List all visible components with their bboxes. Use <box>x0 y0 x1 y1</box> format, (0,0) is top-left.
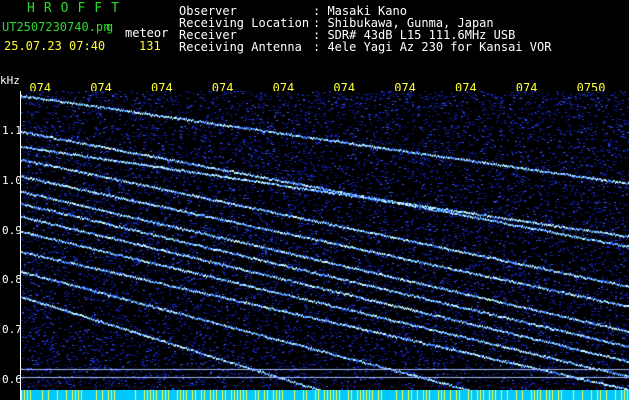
y-axis-line <box>20 91 21 400</box>
file-extension: g <box>106 20 114 34</box>
y-tick-label: 0.8 <box>2 273 22 287</box>
y-tick-label: 1.1 <box>2 123 22 137</box>
time-tick-bar <box>21 390 629 400</box>
y-tick-label: 0.7 <box>2 323 22 337</box>
event-count: 131 <box>139 39 161 53</box>
file-name: UT2507230740.pn <box>2 20 111 34</box>
capture-datetime: 25.07.23 07:40 <box>4 39 106 53</box>
app-brand: HROFFT <box>27 1 128 16</box>
y-axis-unit: kHz <box>0 74 20 87</box>
antenna-value: : 4ele Yagi Az 230 for Kansai VOR <box>313 40 552 54</box>
spectrogram-display <box>21 91 629 390</box>
y-tick-label: 0.9 <box>2 223 22 237</box>
antenna-label: Receiving Antenna <box>179 40 302 54</box>
y-tick-label: 1.0 <box>2 173 22 187</box>
y-tick-label: 0.6 <box>2 373 22 387</box>
mode-label: meteor <box>125 26 169 40</box>
